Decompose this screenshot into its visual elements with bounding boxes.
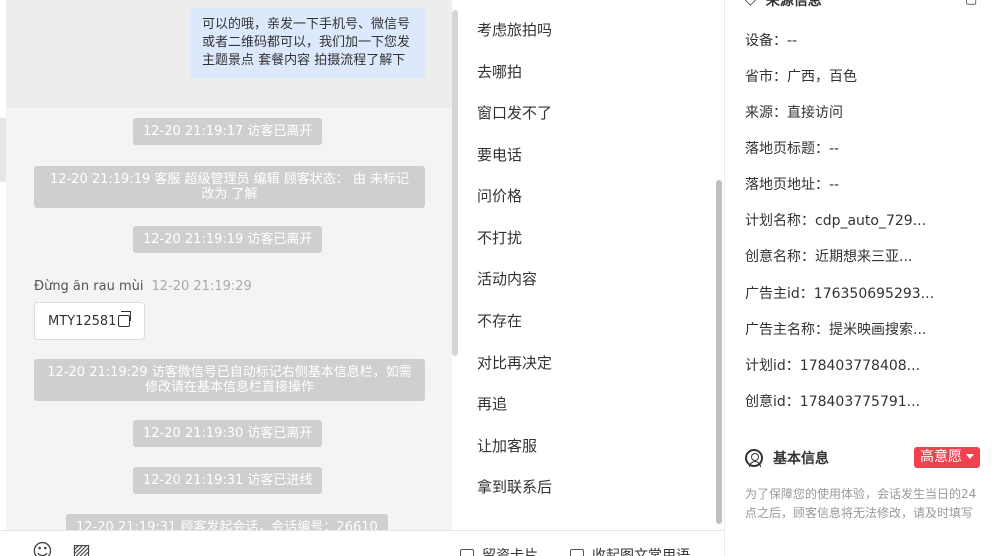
info-field-landing-url: 落地页地址：--: [745, 174, 839, 194]
field-value: 提米映画搜索...: [829, 322, 927, 338]
field-value: --: [829, 177, 840, 193]
copy-icon[interactable]: [118, 311, 132, 327]
quick-reply-item[interactable]: 不打扰: [477, 227, 522, 248]
info-field-creative-name: 创意名称：近期想来三亚...: [745, 246, 912, 266]
quick-reply-item[interactable]: 问价格: [477, 185, 522, 206]
info-field-plan-name: 计划名称：cdp_auto_729...: [745, 210, 926, 230]
source-info-title: 来源信息: [765, 0, 822, 9]
user-icon: [745, 449, 763, 467]
info-field-source: 来源：直接访问: [745, 102, 843, 122]
quick-reply-item[interactable]: 拿到联系后: [477, 476, 552, 497]
info-field-landing-title: 落地页标题：--: [745, 138, 839, 158]
field-value: --: [829, 141, 840, 157]
agent-message-bubble: 可以的哦，亲发一下手机号、微信号或者二维码都可以，我们加一下您发主题景点 套餐内…: [190, 8, 426, 78]
location-pin-icon: ◇: [745, 0, 756, 8]
system-message: 12-20 21:19:31 访客已进线: [133, 467, 323, 494]
chat-panel: 可以的哦，亲发一下手机号、微信号或者二维码都可以，我们加一下您发主题景点 套餐内…: [0, 0, 458, 556]
system-message: 12-20 21:19:19 访客已离开: [133, 226, 323, 253]
source-info-header: ◇ 来源信息: [745, 0, 822, 10]
sender-name: Đừng ăn rau mùi: [34, 279, 144, 294]
system-message: 12-20 21:19:19 客服 超级管理员 编辑 顾客状态： 由 未标记 改…: [34, 166, 425, 208]
message-sender: Đừng ăn rau mùi 12-20 21:19:29: [34, 279, 252, 294]
agent-message-row: 可以的哦，亲发一下手机号、微信号或者二维码都可以，我们加一下您发主题景点 套餐内…: [6, 0, 452, 108]
quick-reply-panel: 考虑旅拍吗 去哪拍 窗口发不了 要电话 问价格 不打扰 活动内容 不存在 对比再…: [458, 0, 724, 530]
info-field-device: 设备：--: [745, 30, 797, 50]
chevron-down-icon: [966, 454, 974, 459]
quick-reply-item[interactable]: 让加客服: [477, 435, 537, 456]
field-value: 176350695293...: [813, 286, 935, 302]
lead-card-button[interactable]: 留资卡片: [460, 545, 538, 556]
field-label: 设备：: [745, 33, 787, 49]
quick-reply-item[interactable]: 考虑旅拍吗: [477, 19, 552, 40]
field-label: 创意名称：: [745, 249, 815, 265]
lead-card-label: 留资卡片: [482, 548, 538, 556]
info-field-advertiser-id: 广告主id：176350695293...: [745, 283, 934, 303]
collapse-icon: [570, 549, 584, 556]
basic-info-header: 基本信息: [745, 448, 829, 468]
field-label: 广告主名称：: [745, 322, 829, 338]
collapse-phrases-button[interactable]: 收起图文常用语: [570, 545, 690, 556]
system-message: 12-20 21:19:30 访客已离开: [133, 420, 323, 447]
field-label: 落地页标题：: [745, 141, 829, 157]
sender-time: 12-20 21:19:29: [151, 279, 252, 294]
edit-deadline-note: 为了保障您的使用体验，会话发生当日的24点之后，顾客信息将无法修改，请及时填写: [745, 487, 977, 520]
card-icon: [460, 549, 474, 556]
field-label: 省市：: [745, 69, 787, 85]
edit-icon[interactable]: ▢: [965, 0, 977, 7]
field-label: 广告主id：: [745, 286, 814, 302]
basic-info-title: 基本信息: [773, 451, 829, 467]
quick-reply-item[interactable]: 再追: [477, 393, 507, 414]
quick-reply-item[interactable]: 不存在: [477, 310, 522, 331]
intent-status-dropdown[interactable]: 高意愿: [914, 447, 980, 468]
quick-reply-item[interactable]: 窗口发不了: [477, 102, 552, 123]
field-value: --: [787, 33, 798, 49]
field-label: 计划id：: [745, 358, 800, 374]
system-message: 12-20 21:19:17 访客已离开: [133, 118, 323, 145]
field-label: 计划名称：: [745, 213, 815, 229]
field-value: 178403778408...: [799, 358, 921, 374]
collapse-phrases-label: 收起图文常用语: [592, 548, 690, 556]
input-toolbar: ☺ ▨: [0, 530, 458, 556]
quick-reply-item[interactable]: 要电话: [477, 144, 522, 165]
quick-reply-item[interactable]: 对比再决定: [477, 352, 552, 373]
system-message: 12-20 21:19:29 访客微信号已自动标记右侧基本信息栏，如需修改请在基…: [34, 359, 425, 401]
field-value: 直接访问: [787, 105, 843, 121]
info-field-plan-id: 计划id：178403778408...: [745, 355, 920, 375]
quick-reply-item[interactable]: 活动内容: [477, 268, 537, 289]
visitor-info-panel: ◇ 来源信息 ▢ 设备：-- 省市：广西，百色 来源：直接访问 落地页标题：--…: [724, 0, 994, 556]
quick-reply-item[interactable]: 去哪拍: [477, 61, 522, 82]
info-field-creative-id: 创意id：178403775791...: [745, 391, 920, 411]
field-label: 落地页地址：: [745, 177, 829, 193]
info-field-region: 省市：广西，百色: [745, 66, 857, 86]
card-text: MTY12581: [48, 313, 117, 329]
field-label: 来源：: [745, 105, 787, 121]
field-value: 近期想来三亚...: [815, 249, 913, 265]
info-field-advertiser-name: 广告主名称：提米映画搜索...: [745, 319, 926, 339]
quick-reply-tools: 留资卡片 收起图文常用语: [458, 530, 724, 556]
emoji-icon[interactable]: ☺: [32, 541, 53, 556]
quick-reply-scrollbar[interactable]: [716, 180, 722, 524]
intent-status-label: 高意愿: [920, 449, 962, 465]
field-label: 创意id：: [745, 394, 800, 410]
system-message: 12-20 21:19:31 顾客发起会话，会话编号：26610: [66, 514, 388, 530]
field-value: cdp_auto_729...: [815, 213, 927, 229]
visitor-message-card[interactable]: MTY12581: [34, 302, 145, 340]
image-icon[interactable]: ▨: [72, 541, 91, 556]
chat-message-area[interactable]: 可以的哦，亲发一下手机号、微信号或者二维码都可以，我们加一下您发主题景点 套餐内…: [6, 0, 452, 530]
field-value: 178403775791...: [799, 394, 921, 410]
field-value: 广西，百色: [787, 69, 857, 85]
